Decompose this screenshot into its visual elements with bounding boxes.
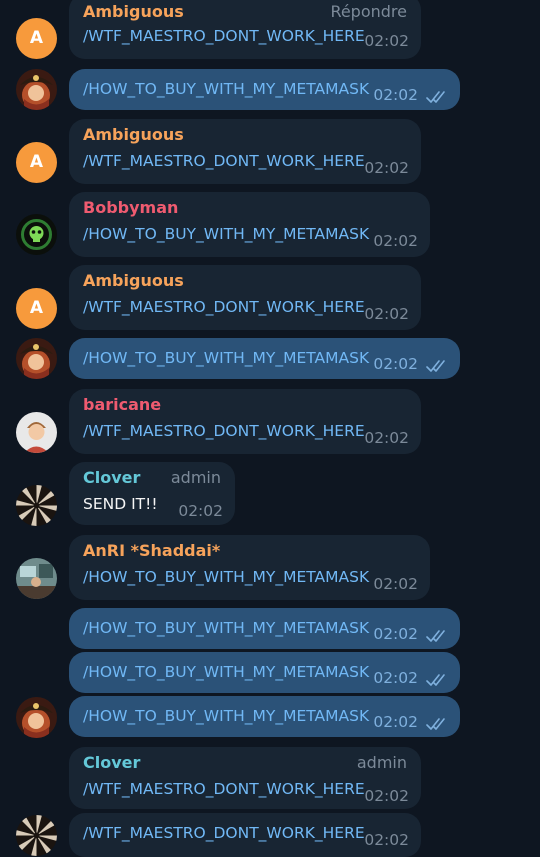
message-bubble[interactable]: /WTF_MAESTRO_DONT_WORK_HERE 02:02 (69, 813, 421, 857)
avatar[interactable]: A (16, 142, 57, 183)
message-time: 02:02 (364, 831, 409, 849)
boy-photo-avatar[interactable] (16, 412, 57, 453)
sender-name[interactable]: baricane (83, 395, 161, 414)
bot-command-link[interactable]: /HOW_TO_BUY_WITH_MY_METAMASK (83, 80, 369, 98)
message-time: 02:02 (373, 713, 418, 731)
message-bubble[interactable]: /HOW_TO_BUY_WITH_MY_METAMASK 02:02 (69, 338, 460, 379)
sender-name[interactable]: Clover (83, 753, 140, 772)
read-double-check-icon (426, 359, 448, 373)
admin-badge: admin (356, 753, 407, 772)
sender-name[interactable]: Bobbyman (83, 198, 178, 217)
message-time: 02:02 (373, 625, 418, 643)
message-time: 02:02 (364, 305, 409, 323)
bot-command-link[interactable]: /HOW_TO_BUY_WITH_MY_METAMASK (83, 349, 369, 367)
bot-command-link[interactable]: /HOW_TO_BUY_WITH_MY_METAMASK (83, 707, 369, 725)
pirate-girl-avatar[interactable] (16, 697, 57, 738)
bot-command-link[interactable]: /WTF_MAESTRO_DONT_WORK_HERE (83, 422, 365, 440)
bot-command-link[interactable]: /HOW_TO_BUY_WITH_MY_METAMASK (83, 568, 369, 586)
pirate-girl-avatar[interactable] (16, 338, 57, 379)
message-bubble[interactable]: Bobbyman /HOW_TO_BUY_WITH_MY_METAMASK 02… (69, 192, 430, 257)
admin-badge: admin (170, 468, 221, 487)
message-time: 02:02 (373, 86, 418, 104)
message-bubble[interactable]: baricane /WTF_MAESTRO_DONT_WORK_HERE 02:… (69, 389, 421, 454)
message-bubble[interactable]: /HOW_TO_BUY_WITH_MY_METAMASK 02:02 (69, 696, 460, 737)
pirate-girl-avatar[interactable] (16, 69, 57, 110)
message-bubble[interactable]: Clover admin /WTF_MAESTRO_DONT_WORK_HERE… (69, 747, 421, 809)
sender-name[interactable]: Ambiguous (83, 2, 184, 21)
message-bubble[interactable]: AnRI *Shaddai* /HOW_TO_BUY_WITH_MY_METAM… (69, 535, 430, 600)
spiral-avatar[interactable] (16, 485, 57, 526)
read-double-check-icon (426, 673, 448, 687)
message-time: 02:02 (364, 429, 409, 447)
message-time: 02:02 (178, 502, 223, 520)
message-time: 02:02 (364, 787, 409, 805)
bot-command-link[interactable]: /WTF_MAESTRO_DONT_WORK_HERE (83, 824, 365, 842)
bot-command-link[interactable]: /HOW_TO_BUY_WITH_MY_METAMASK (83, 663, 369, 681)
message-time: 02:02 (364, 159, 409, 177)
bot-command-link[interactable]: /WTF_MAESTRO_DONT_WORK_HERE (83, 152, 365, 170)
sender-name[interactable]: AnRI *Shaddai* (83, 541, 220, 560)
message-time: 02:02 (373, 232, 418, 250)
sender-name[interactable]: Ambiguous (83, 271, 184, 290)
bot-command-link[interactable]: /WTF_MAESTRO_DONT_WORK_HERE (83, 780, 365, 798)
green-skull-avatar[interactable] (16, 214, 57, 255)
avatar[interactable]: A (16, 288, 57, 329)
sender-name[interactable]: Ambiguous (83, 125, 184, 144)
message-bubble[interactable]: Ambiguous Répondre /WTF_MAESTRO_DONT_WOR… (69, 0, 421, 59)
message-time: 02:02 (373, 669, 418, 687)
avatar[interactable]: A (16, 18, 57, 59)
room-photo-avatar[interactable] (16, 558, 57, 599)
bot-command-link[interactable]: /HOW_TO_BUY_WITH_MY_METAMASK (83, 225, 369, 243)
message-time: 02:02 (373, 575, 418, 593)
message-bubble[interactable]: Ambiguous /WTF_MAESTRO_DONT_WORK_HERE 02… (69, 119, 421, 184)
bot-command-link[interactable]: /HOW_TO_BUY_WITH_MY_METAMASK (83, 619, 369, 637)
read-double-check-icon (426, 629, 448, 643)
sender-name[interactable]: Clover (83, 468, 140, 487)
message-bubble[interactable]: /HOW_TO_BUY_WITH_MY_METAMASK 02:02 (69, 69, 460, 110)
message-time: 02:02 (373, 355, 418, 373)
read-double-check-icon (426, 90, 448, 104)
message-text: SEND IT!! (83, 495, 158, 513)
message-bubble[interactable]: Clover admin SEND IT!! 02:02 (69, 462, 235, 525)
message-bubble[interactable]: /HOW_TO_BUY_WITH_MY_METAMASK 02:02 (69, 608, 460, 649)
message-time: 02:02 (364, 32, 409, 50)
message-bubble[interactable]: /HOW_TO_BUY_WITH_MY_METAMASK 02:02 (69, 652, 460, 693)
reply-label[interactable]: Répondre (330, 2, 407, 21)
bot-command-link[interactable]: /WTF_MAESTRO_DONT_WORK_HERE (83, 27, 365, 45)
bot-command-link[interactable]: /WTF_MAESTRO_DONT_WORK_HERE (83, 298, 365, 316)
message-bubble[interactable]: Ambiguous /WTF_MAESTRO_DONT_WORK_HERE 02… (69, 265, 421, 330)
spiral-avatar[interactable] (16, 815, 57, 856)
read-double-check-icon (426, 717, 448, 731)
